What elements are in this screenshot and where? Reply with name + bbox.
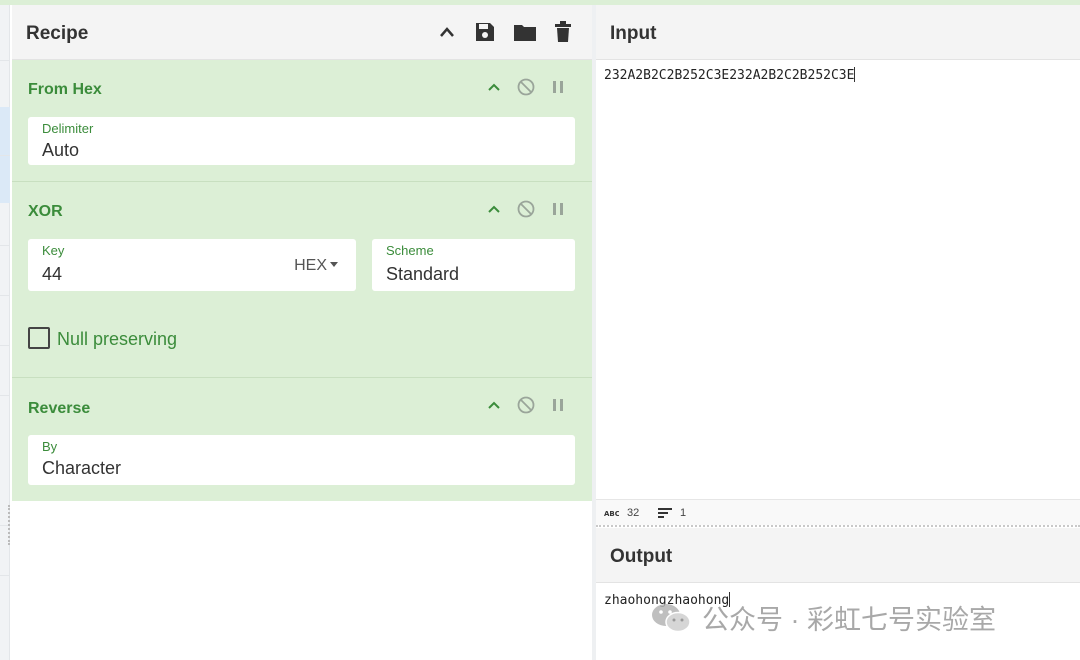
field-value: Standard	[386, 264, 460, 284]
list-divider	[0, 245, 10, 246]
list-divider	[0, 295, 10, 296]
disable-operation-button[interactable]	[516, 395, 536, 415]
input-lines-stat: 1	[658, 507, 686, 519]
null-preserving-checkbox[interactable]	[28, 327, 50, 349]
save-recipe-button[interactable]	[472, 19, 498, 45]
reverse-by-field[interactable]: By Character	[28, 435, 575, 485]
recipe-header: Recipe	[12, 5, 592, 60]
collapse-all-button[interactable]	[434, 19, 460, 45]
watermark-text: 公众号 · 彩虹七号实验室	[702, 605, 996, 635]
operation-from-hex[interactable]: From Hex Delimiter Auto	[12, 60, 592, 182]
disable-operation-button[interactable]	[516, 199, 536, 219]
disable-icon	[517, 78, 535, 96]
recipe-panel: Recipe From Hex Delimiter Auto XOR Key 4…	[12, 5, 592, 660]
lines-icon	[658, 508, 672, 518]
clear-recipe-button[interactable]	[550, 19, 576, 45]
key-field[interactable]: Key 44 HEX	[28, 239, 356, 291]
disable-icon	[517, 396, 535, 414]
chevron-up-icon	[440, 27, 454, 37]
field-value: Auto	[42, 140, 80, 160]
output-header: Output	[596, 528, 1080, 583]
chevron-up-icon	[488, 401, 500, 409]
pause-operation-button[interactable]	[548, 77, 568, 97]
pause-icon	[553, 81, 563, 93]
input-length: 32	[627, 507, 640, 519]
collapse-operation-button[interactable]	[484, 199, 504, 219]
key-format-label: HEX	[294, 257, 327, 274]
pause-operation-button[interactable]	[548, 395, 568, 415]
wechat-icon	[652, 603, 691, 632]
output-pane: Output zhaohongzhaohong	[596, 528, 1080, 660]
pause-icon	[553, 399, 563, 411]
input-length-stat: ABC 32	[604, 507, 639, 519]
load-recipe-button[interactable]	[512, 19, 538, 45]
null-preserving-label: Null preserving	[57, 329, 178, 349]
text-cursor	[854, 67, 856, 82]
chevron-up-icon	[488, 205, 500, 213]
collapse-operation-button[interactable]	[484, 395, 504, 415]
scheme-field[interactable]: Scheme Standard	[372, 239, 575, 291]
operation-title: From Hex	[28, 81, 102, 98]
recipe-title: Recipe	[26, 23, 89, 44]
disable-icon	[517, 200, 535, 218]
operation-title: XOR	[28, 203, 63, 220]
watermark: 公众号 · 彩虹七号实验室	[650, 598, 996, 637]
input-pane: Input 232A2B2C2B252C3E232A2B2C2B252C3E A…	[596, 5, 1080, 525]
field-label: Key	[42, 243, 65, 258]
input-value: 232A2B2C2B252C3E232A2B2C2B252C3E	[604, 68, 855, 83]
delimiter-field[interactable]: Delimiter Auto	[28, 117, 575, 165]
operation-xor[interactable]: XOR Key 44 HEX Scheme Standard Null pres…	[12, 182, 592, 378]
operations-panel-edge	[0, 5, 10, 660]
field-label: Scheme	[386, 243, 434, 258]
caret-down-icon	[330, 262, 338, 267]
input-textarea[interactable]: 232A2B2C2B252C3E232A2B2C2B252C3E	[604, 67, 856, 83]
trash-icon	[555, 21, 571, 42]
list-divider	[0, 60, 10, 61]
key-format-dropdown[interactable]: HEX	[294, 257, 338, 275]
field-value: 44	[42, 264, 63, 284]
list-divider	[0, 155, 10, 156]
output-title: Output	[610, 546, 673, 567]
operation-reverse[interactable]: Reverse By Character	[12, 378, 592, 501]
collapse-operation-button[interactable]	[484, 77, 504, 97]
list-divider	[0, 575, 10, 576]
save-icon	[476, 23, 494, 41]
folder-icon	[514, 25, 536, 41]
recipe-resize-handle[interactable]	[8, 505, 12, 545]
field-value: Character	[42, 458, 122, 478]
field-label: Delimiter	[42, 121, 94, 136]
pause-icon	[553, 203, 563, 215]
pause-operation-button[interactable]	[548, 199, 568, 219]
list-divider	[0, 345, 10, 346]
input-header: Input	[596, 5, 1080, 60]
abc-icon: ABC	[604, 510, 619, 517]
list-divider	[0, 395, 10, 396]
chevron-up-icon	[488, 83, 500, 91]
input-title: Input	[610, 23, 657, 44]
disable-operation-button[interactable]	[516, 77, 536, 97]
operation-title: Reverse	[28, 400, 91, 417]
field-label: By	[42, 439, 58, 454]
svg-text:ABC: ABC	[604, 510, 619, 517]
input-status-bar: ABC 32 1	[596, 499, 1080, 525]
input-lines: 1	[680, 507, 687, 519]
